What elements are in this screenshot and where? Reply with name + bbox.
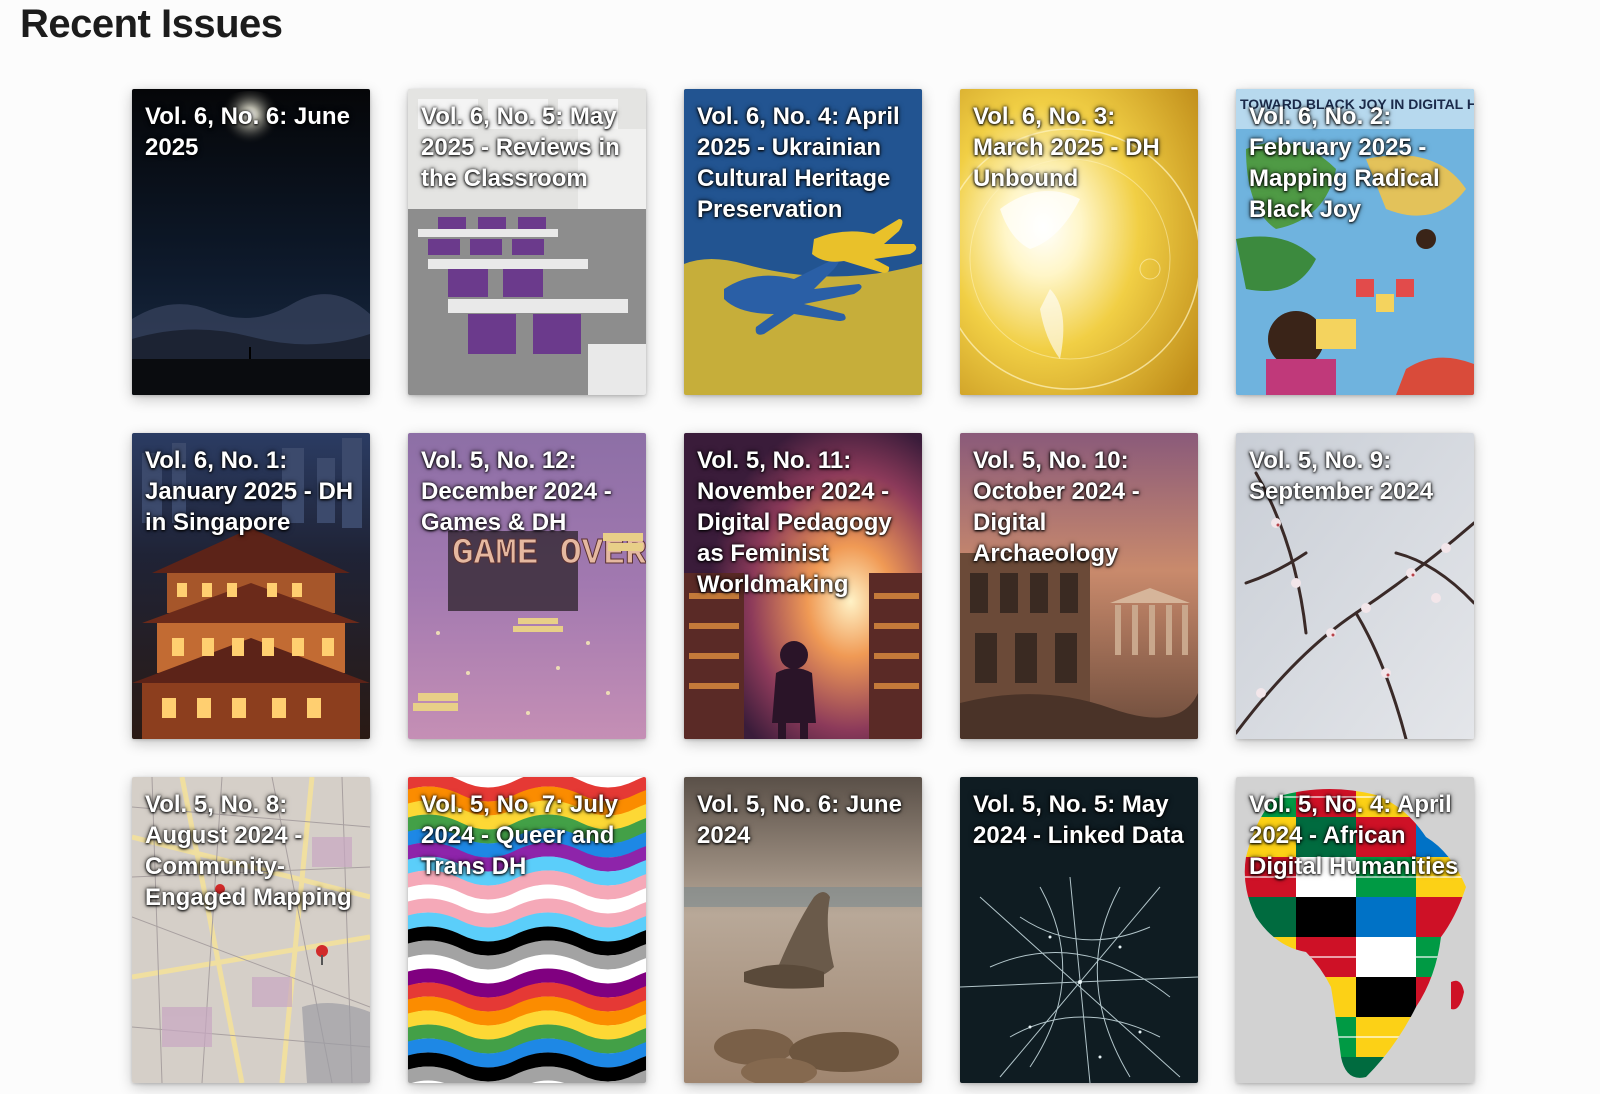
issue-title[interactable]: Vol. 5, No. 8: August 2024 - Community-E… — [145, 789, 362, 913]
issue-title[interactable]: Vol. 6, No. 1: January 2025 - DH in Sing… — [145, 445, 362, 538]
issue-card[interactable]: Vol. 5, No. 10: October 2024 - Digital A… — [960, 433, 1198, 739]
issue-card[interactable]: Vol. 6, No. 6: June 2025 — [132, 89, 370, 395]
issue-title[interactable]: Vol. 5, No. 9: September 2024 — [1249, 445, 1466, 507]
issue-title[interactable]: Vol. 6, No. 5: May 2025 - Reviews in the… — [421, 101, 638, 194]
issue-card[interactable]: TOWARD BLACK JOY IN DIGITAL HUMANITIES V… — [1236, 89, 1474, 395]
issue-title[interactable]: Vol. 5, No. 10: October 2024 - Digital A… — [973, 445, 1190, 569]
issue-title[interactable]: Vol. 5, No. 12: December 2024 - Games & … — [421, 445, 638, 538]
issue-title[interactable]: Vol. 5, No. 11: November 2024 - Digital … — [697, 445, 914, 600]
issue-title[interactable]: Vol. 6, No. 6: June 2025 — [145, 101, 362, 163]
issue-title[interactable]: Vol. 6, No. 3: March 2025 - DH Unbound — [973, 101, 1190, 194]
issue-card[interactable]: Vol. 5, No. 6: June 2024 — [684, 777, 922, 1083]
issue-card[interactable]: Vol. 5, No. 11: November 2024 - Digital … — [684, 433, 922, 739]
issue-title[interactable]: Vol. 5, No. 6: June 2024 — [697, 789, 914, 851]
issue-card[interactable]: Vol. 5, No. 5: May 2024 - Linked Data — [960, 777, 1198, 1083]
issue-title[interactable]: Vol. 5, No. 4: April 2024 - African Digi… — [1249, 789, 1466, 882]
issue-title[interactable]: Vol. 6, No. 4: April 2025 - Ukrainian Cu… — [697, 101, 914, 225]
issue-card[interactable]: GAME OVER Vol. 5, No. 12: December 2024 … — [408, 433, 646, 739]
issue-card[interactable]: Vol. 6, No. 3: March 2025 - DH Unbound — [960, 89, 1198, 395]
page-title: Recent Issues — [20, 2, 283, 46]
issues-grid: Vol. 6, No. 6: June 2025 Vol. 6, No. 5: … — [132, 89, 1474, 1083]
issue-title[interactable]: Vol. 5, No. 5: May 2024 - Linked Data — [973, 789, 1190, 851]
issue-card[interactable]: Vol. 5, No. 4: April 2024 - African Digi… — [1236, 777, 1474, 1083]
issue-card[interactable]: Vol. 6, No. 4: April 2025 - Ukrainian Cu… — [684, 89, 922, 395]
issue-title[interactable]: Vol. 6, No. 2: February 2025 - Mapping R… — [1249, 101, 1466, 225]
issue-card[interactable]: Vol. 5, No. 7: July 2024 - Queer and Tra… — [408, 777, 646, 1083]
issue-title[interactable]: Vol. 5, No. 7: July 2024 - Queer and Tra… — [421, 789, 638, 882]
issue-card[interactable]: Vol. 5, No. 8: August 2024 - Community-E… — [132, 777, 370, 1083]
issue-card[interactable]: Vol. 5, No. 9: September 2024 — [1236, 433, 1474, 739]
issue-card[interactable]: Vol. 6, No. 1: January 2025 - DH in Sing… — [132, 433, 370, 739]
issue-card[interactable]: Vol. 6, No. 5: May 2025 - Reviews in the… — [408, 89, 646, 395]
